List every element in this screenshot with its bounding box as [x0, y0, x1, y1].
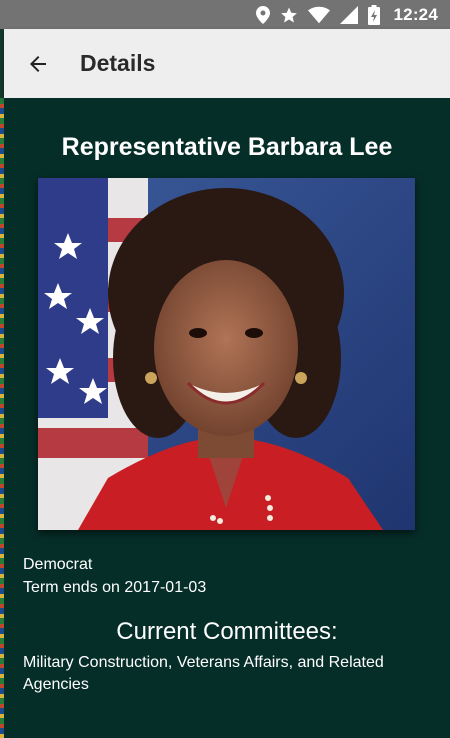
representative-photo [38, 178, 415, 530]
battery-icon [367, 4, 380, 25]
party-label: Democrat [23, 556, 93, 573]
term-end-label: Term ends on 2017-01-03 [23, 579, 207, 596]
committees-heading: Current Committees: [116, 618, 338, 645]
arrow-left-icon [30, 55, 46, 72]
details-content: Representative Barbara Lee Democrat Term… [4, 98, 450, 738]
clock: 12:24 [393, 4, 438, 24]
star-icon [280, 7, 297, 22]
app-toolbar: Details [4, 29, 450, 98]
wifi-icon [307, 6, 330, 23]
back-button[interactable] [14, 40, 62, 88]
signal-icon [339, 5, 358, 24]
location-icon [255, 5, 270, 24]
representative-name: Representative Barbara Lee [61, 133, 393, 161]
committees-list: Military Construction, Veterans Affairs,… [23, 654, 384, 693]
status-bar: 12:24 [0, 0, 450, 29]
toolbar-title: Details [80, 50, 156, 76]
